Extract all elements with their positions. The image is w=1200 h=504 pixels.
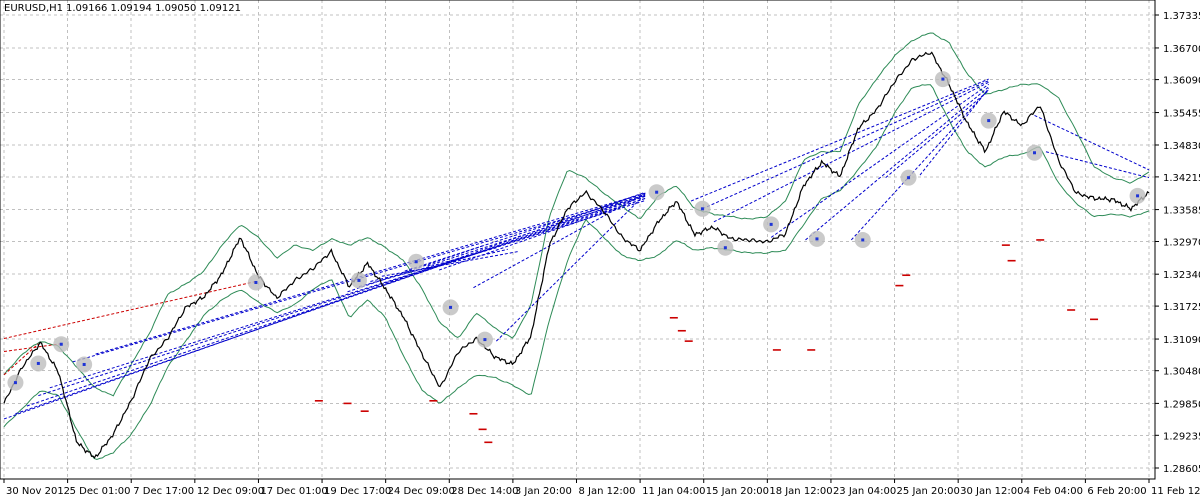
- pivot-marker-core: [861, 238, 865, 242]
- pivot-marker-core: [987, 119, 991, 123]
- y-tick-label: 1.37335: [1163, 11, 1200, 22]
- x-tick-label: 30 Nov 2012: [6, 486, 70, 497]
- pivot-marker-core: [59, 342, 63, 346]
- level-mark: [772, 349, 781, 351]
- level-mark: [1001, 244, 1010, 246]
- y-tick-label: 1.32970: [1163, 238, 1200, 249]
- level-mark: [343, 402, 352, 405]
- level-mark: [807, 349, 816, 351]
- pivot-marker-core: [907, 176, 911, 180]
- x-tick-label: 11 Feb 12:00: [1151, 486, 1200, 497]
- pivot-marker-core: [1033, 151, 1036, 155]
- x-tick-label: 18 Jan 12:00: [769, 486, 832, 497]
- pivot-marker-core: [36, 361, 40, 365]
- level-mark: [478, 428, 487, 431]
- x-tick-label: 28 Dec 14:00: [451, 486, 518, 497]
- level-mark: [895, 284, 904, 287]
- y-tick-label: 1.34215: [1163, 173, 1200, 184]
- pivot-marker-core: [82, 362, 86, 366]
- y-tick-label: 1.36090: [1163, 76, 1200, 87]
- pivot-marker-core: [449, 305, 453, 309]
- x-tick-label: 7 Dec 17:00: [133, 486, 194, 497]
- y-tick-label: 1.28605: [1163, 464, 1200, 475]
- x-tick-label: 8 Jan 12:00: [579, 486, 636, 497]
- x-tick-label: 23 Jan 04:00: [833, 486, 896, 497]
- level-mark: [684, 340, 693, 342]
- symbol-label: EURUSD,H1: [4, 3, 63, 14]
- level-mark: [1007, 259, 1016, 262]
- price-chart[interactable]: 1.37335 1.36700 1.36090 1.35455 1.34830 1.342…: [0, 0, 1200, 500]
- y-tick-label: 1.32340: [1163, 270, 1200, 281]
- y-tick-label: 1.33585: [1163, 206, 1200, 217]
- y-tick-label: 1.31090: [1163, 335, 1200, 346]
- x-tick-label: 17 Dec 01:00: [260, 486, 327, 497]
- pivot-marker-core: [1136, 194, 1140, 198]
- x-tick-label: 30 Jan 12:00: [960, 486, 1023, 497]
- pivot-marker-core: [483, 338, 487, 342]
- pivot-marker-core: [254, 280, 258, 284]
- pivot-marker-core: [655, 190, 659, 194]
- level-mark: [1090, 318, 1099, 321]
- level-mark: [1067, 309, 1076, 311]
- pivot-marker-core: [941, 77, 945, 81]
- level-mark: [360, 410, 369, 412]
- level-mark: [314, 400, 323, 402]
- y-tick-label: 1.30480: [1163, 367, 1200, 378]
- pivot-marker-core: [723, 246, 727, 250]
- level-mark: [469, 412, 478, 415]
- y-tick-label: 1.35455: [1163, 109, 1200, 120]
- y-tick-label: 1.34830: [1163, 141, 1200, 152]
- level-mark: [677, 329, 686, 332]
- x-tick-label: 15 Jan 20:00: [706, 486, 769, 497]
- pivot-marker-core: [815, 237, 819, 241]
- pivot-marker-core: [414, 260, 418, 264]
- x-tick-label: 11 Jan 04:00: [642, 486, 705, 497]
- x-tick-label: 24 Dec 09:00: [388, 486, 455, 497]
- level-mark: [484, 441, 493, 444]
- x-tick-label: 12 Dec 09:00: [197, 486, 264, 497]
- level-mark: [429, 400, 438, 402]
- y-tick-label: 1.29850: [1163, 399, 1200, 410]
- chart-window[interactable]: 1.37335 1.36700 1.36090 1.35455 1.34830 1.342…: [0, 0, 1200, 500]
- ohlc-label: 1.09166 1.09194 1.09050 1.09121: [66, 3, 241, 14]
- pivot-marker-core: [357, 278, 361, 282]
- x-tick-label: 3 Jan 20:00: [515, 486, 572, 497]
- level-mark: [669, 316, 678, 319]
- y-tick-label: 1.31725: [1163, 302, 1200, 313]
- pivot-marker-core: [769, 222, 773, 226]
- y-tick-label: 1.29235: [1163, 431, 1200, 442]
- chart-background: [0, 0, 1200, 500]
- level-mark: [902, 274, 911, 277]
- x-tick-label: 4 Feb 04:00: [1024, 486, 1083, 497]
- x-tick-label: 19 Dec 17:00: [324, 486, 391, 497]
- pivot-marker-core: [13, 381, 17, 385]
- x-tick-label: 6 Feb 20:00: [1087, 486, 1146, 497]
- y-tick-label: 1.36700: [1163, 44, 1200, 55]
- level-mark: [1036, 239, 1045, 241]
- pivot-marker-core: [700, 207, 704, 211]
- x-tick-label: 5 Dec 01:00: [70, 486, 131, 497]
- x-tick-label: 25 Jan 20:00: [897, 486, 960, 497]
